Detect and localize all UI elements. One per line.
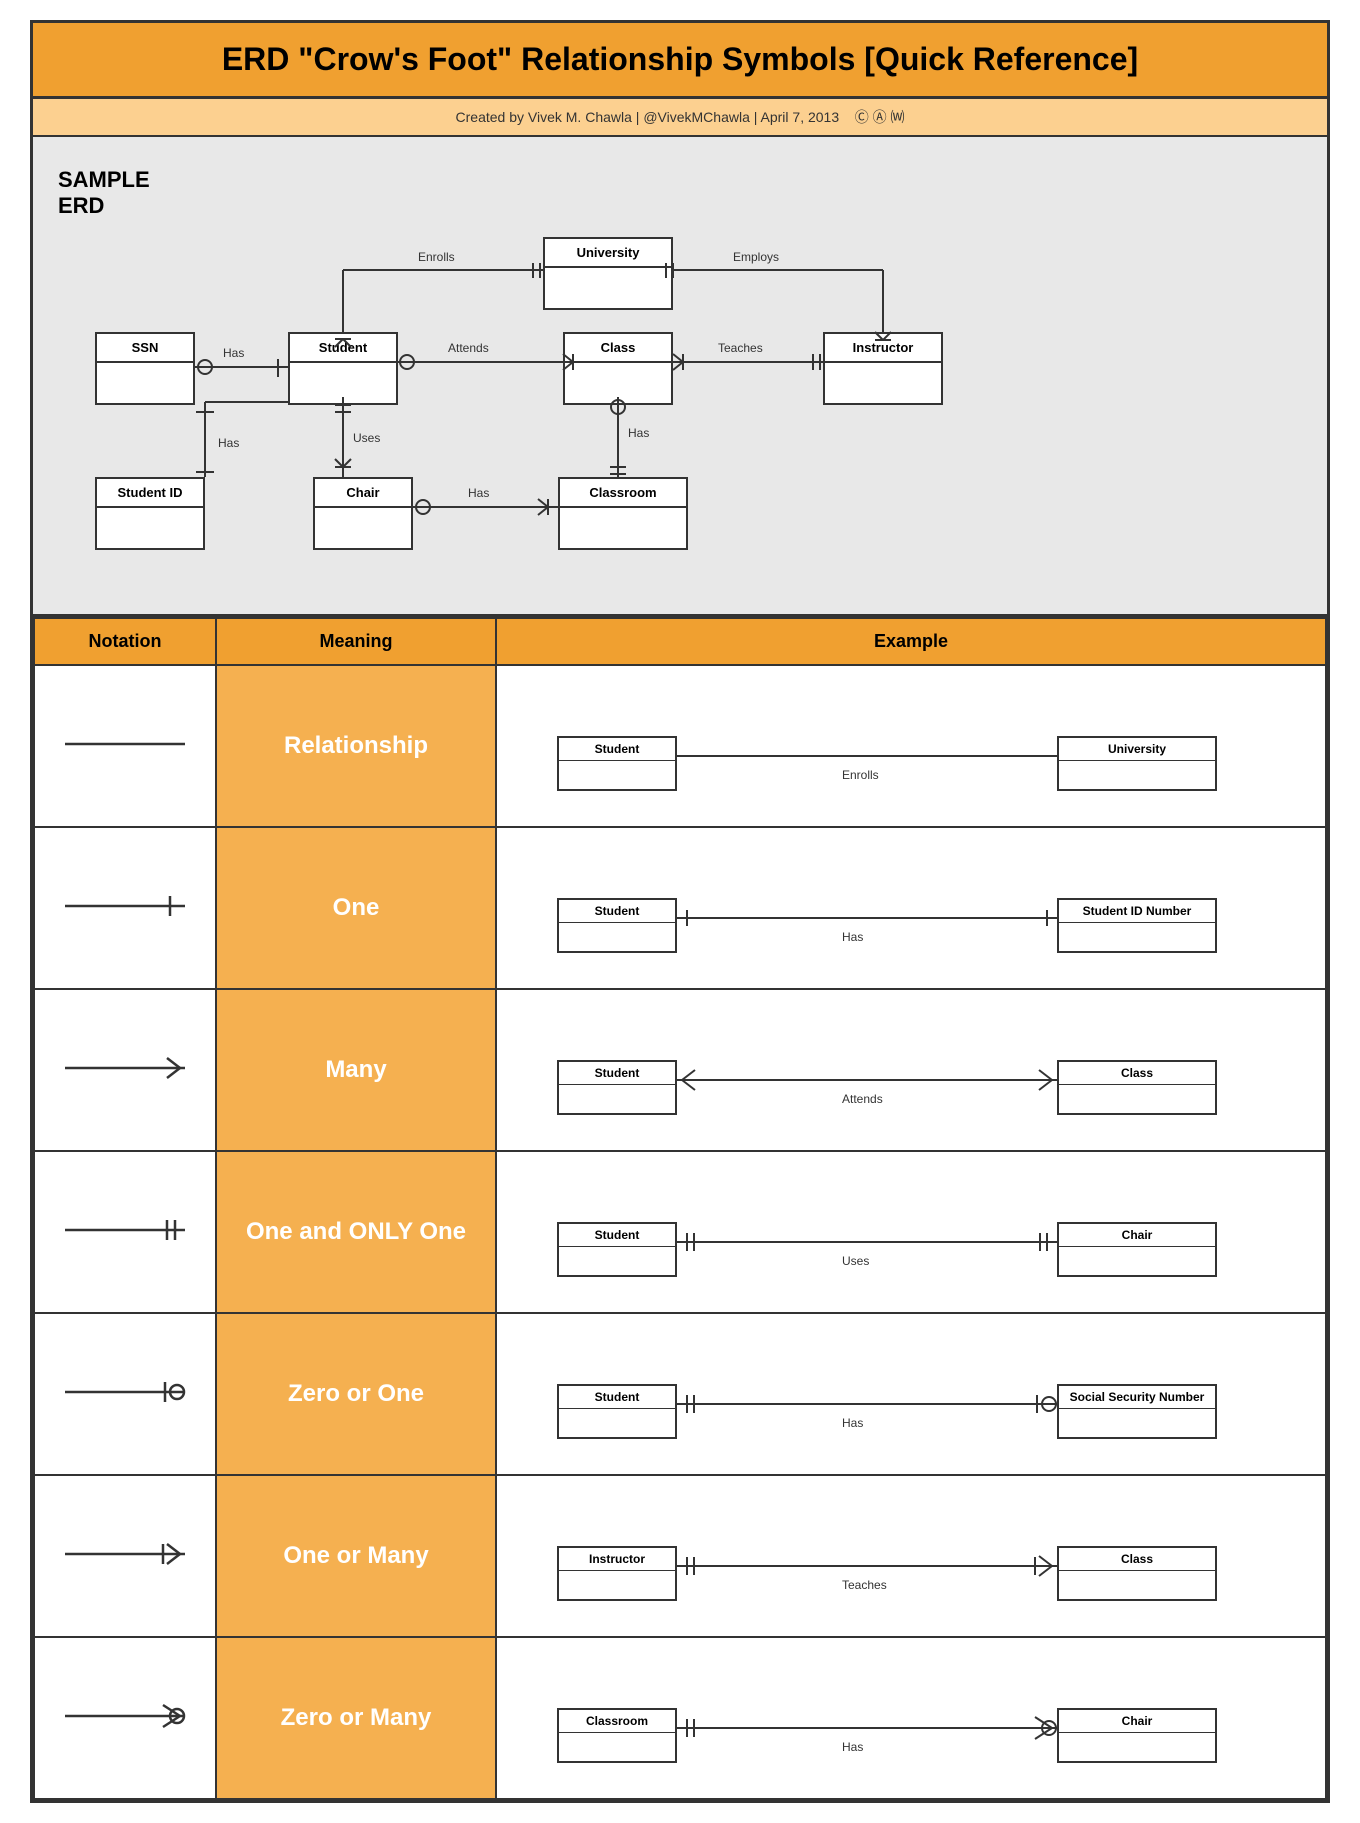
svg-text:Employs: Employs [733, 250, 779, 264]
svg-text:Has: Has [628, 426, 649, 440]
example-cell: Classroom Chair Has [496, 1637, 1326, 1799]
ex-left-label: Student [559, 1224, 675, 1247]
notation-cell [34, 1475, 216, 1637]
example-cell: Instructor Class Teaches [496, 1475, 1326, 1637]
notation-svg [55, 1200, 195, 1260]
ex-rel-label: Has [842, 1416, 863, 1430]
example-diagram: Student Social Security Number Has [537, 1334, 1237, 1454]
svg-text:Has: Has [223, 346, 244, 360]
notation-cell [34, 1313, 216, 1475]
notation-cell [34, 827, 216, 989]
header: ERD "Crow's Foot" Relationship Symbols [… [33, 23, 1327, 99]
notation-cell [34, 989, 216, 1151]
notation-svg [55, 1524, 195, 1584]
svg-text:Enrolls: Enrolls [418, 250, 455, 264]
notation-svg [55, 1686, 195, 1746]
svg-text:Uses: Uses [353, 431, 380, 445]
meaning-cell: One [216, 827, 496, 989]
reference-table: Notation Meaning Example Relationship St… [33, 617, 1327, 1800]
example-cell: Student Class Attends [496, 989, 1326, 1151]
license-icons: Ⓒ Ⓐ ⒲ [855, 109, 905, 125]
notation-cell [34, 665, 216, 827]
erd-label: SAMPLEERD [58, 167, 150, 219]
example-diagram: Student Student ID Number Has [537, 848, 1237, 968]
ex-left-label: Student [559, 1062, 675, 1085]
notation-svg [55, 876, 195, 936]
ex-rel-label: Enrolls [842, 768, 879, 782]
entity-class: Class [563, 332, 673, 405]
ex-rel-label: Attends [842, 1092, 883, 1106]
svg-text:Teaches: Teaches [718, 341, 763, 355]
subtitle-text: Created by Vivek M. Chawla | @VivekMChaw… [456, 109, 840, 125]
meaning-cell: One and ONLY One [216, 1151, 496, 1313]
meaning-cell: Zero or Many [216, 1637, 496, 1799]
table-row: Zero or One Student Social Security Numb… [34, 1313, 1326, 1475]
notation-cell [34, 1637, 216, 1799]
notation-cell [34, 1151, 216, 1313]
ex-rel-label: Teaches [842, 1578, 887, 1592]
entity-instructor: Instructor [823, 332, 943, 405]
main-container: ERD "Crow's Foot" Relationship Symbols [… [30, 20, 1330, 1803]
svg-text:Has: Has [218, 436, 239, 450]
erd-sample-area: SAMPLEERD SSN Student ID Student Chair U… [33, 137, 1327, 617]
page-title: ERD "Crow's Foot" Relationship Symbols [… [53, 41, 1307, 78]
ex-left-label: Student [559, 900, 675, 923]
ex-right-label: Chair [1059, 1710, 1215, 1733]
svg-text:Attends: Attends [448, 341, 489, 355]
ex-rel-label: Has [842, 930, 863, 944]
meaning-cell: One or Many [216, 1475, 496, 1637]
example-cell: Student Social Security Number Has [496, 1313, 1326, 1475]
example-cell: Student Chair Uses [496, 1151, 1326, 1313]
example-diagram: Classroom Chair Has [537, 1658, 1237, 1778]
ex-right-label: Social Security Number [1059, 1386, 1215, 1409]
meaning-cell: Many [216, 989, 496, 1151]
ex-right-label: University [1059, 738, 1215, 761]
table-row: Relationship Student University Enrolls [34, 665, 1326, 827]
col-header-notation: Notation [34, 618, 216, 665]
table-row: Zero or Many Classroom Chair Has [34, 1637, 1326, 1799]
table-row: One or Many Instructor Class Teaches [34, 1475, 1326, 1637]
entity-ssn: SSN [95, 332, 195, 405]
svg-text:Has: Has [468, 486, 489, 500]
notation-svg [55, 1362, 195, 1422]
ex-right-label: Class [1059, 1548, 1215, 1571]
meaning-cell: Zero or One [216, 1313, 496, 1475]
example-cell: Student University Enrolls [496, 665, 1326, 827]
meaning-cell: Relationship [216, 665, 496, 827]
notation-svg [55, 1038, 195, 1098]
ex-rel-label: Has [842, 1740, 863, 1754]
entity-classroom: Classroom [558, 477, 688, 550]
example-diagram: Student Class Attends [537, 1010, 1237, 1130]
table-row: Many Student Class Attends [34, 989, 1326, 1151]
table-row: One and ONLY One Student Chair Uses [34, 1151, 1326, 1313]
ex-left-label: Student [559, 738, 675, 761]
col-header-meaning: Meaning [216, 618, 496, 665]
ex-left-label: Student [559, 1386, 675, 1409]
table-header-row: Notation Meaning Example [34, 618, 1326, 665]
entity-chair: Chair [313, 477, 413, 550]
ex-right-label: Class [1059, 1062, 1215, 1085]
subheader: Created by Vivek M. Chawla | @VivekMChaw… [33, 99, 1327, 137]
example-diagram: Student Chair Uses [537, 1172, 1237, 1292]
ex-left-label: Classroom [559, 1710, 675, 1733]
example-diagram: Instructor Class Teaches [537, 1496, 1237, 1616]
example-cell: Student Student ID Number Has [496, 827, 1326, 989]
table-row: One Student Student ID Number Has [34, 827, 1326, 989]
col-header-example: Example [496, 618, 1326, 665]
entity-studentid: Student ID [95, 477, 205, 550]
notation-svg [55, 714, 195, 774]
ex-left-label: Instructor [559, 1548, 675, 1571]
ex-right-label: Chair [1059, 1224, 1215, 1247]
example-diagram: Student University Enrolls [537, 686, 1237, 806]
entity-student: Student [288, 332, 398, 405]
entity-university: University [543, 237, 673, 310]
ex-rel-label: Uses [842, 1254, 869, 1268]
ex-right-label: Student ID Number [1059, 900, 1215, 923]
